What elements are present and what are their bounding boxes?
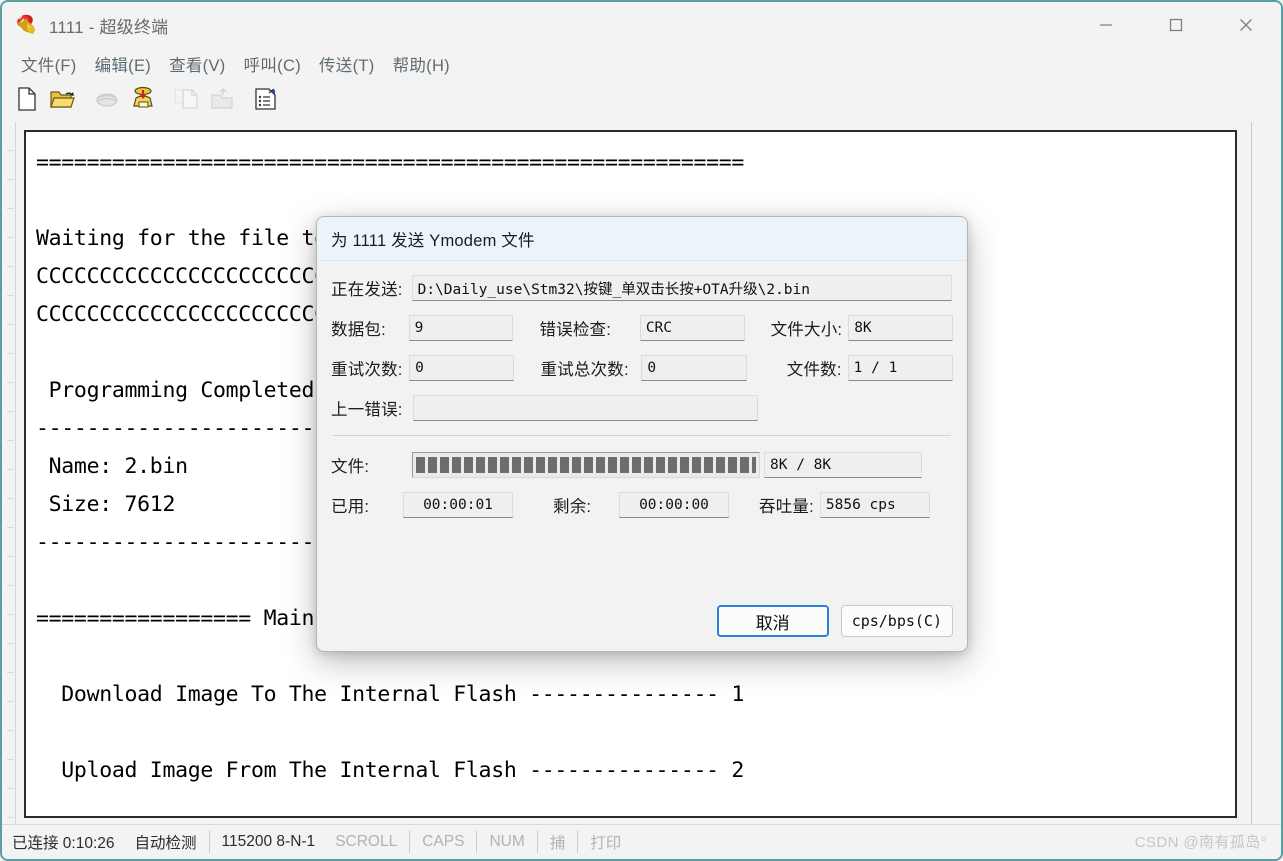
app-root: 1111 - 超级终端 文件(F) 编辑(E) 查看(V) 呼叫(C) 传送(T… — [0, 0, 1283, 861]
file-progress-text: 8K / 8K — [764, 452, 922, 478]
menu-transfer[interactable]: 传送(T) — [310, 49, 384, 79]
row-timing: 已用: 00:00:01 剩余: 00:00:00 吞吐量: 5856 cps — [331, 492, 953, 518]
status-connected: 已连接 0:10:26 — [12, 835, 115, 852]
status-num: NUM — [489, 833, 525, 850]
status-print: 打印 — [590, 835, 622, 852]
status-capture: 捕 — [549, 835, 566, 852]
filecount-value: 1 / 1 — [847, 355, 953, 381]
send-file-icon — [210, 87, 236, 116]
filesize-value: 8K — [848, 315, 953, 341]
elapsed-label: 已用: — [331, 498, 370, 516]
menu-bar: 文件(F) 编辑(E) 查看(V) 呼叫(C) 传送(T) 帮助(H) — [2, 48, 1281, 80]
throughput-value: 5856 cps — [819, 492, 930, 518]
remaining-value: 00:00:00 — [619, 492, 729, 518]
new-file-button[interactable] — [10, 85, 44, 117]
connect-button[interactable] — [126, 85, 160, 117]
file-label: 文件: — [331, 458, 370, 476]
errcheck-label: 错误检查: — [539, 321, 612, 339]
terminal-scrollbar-right[interactable] — [1251, 122, 1269, 826]
disconnect-button[interactable] — [90, 85, 124, 117]
window-controls — [1071, 2, 1281, 48]
dialog-body: 正在发送: D:\Daily_use\Stm32\按键_单双击长按+OTA升级\… — [317, 261, 967, 651]
menu-help[interactable]: 帮助(H) — [384, 49, 459, 79]
menu-file[interactable]: 文件(F) — [12, 49, 86, 79]
status-scroll: SCROLL — [335, 833, 398, 850]
throughput-label: 吞吐量: — [759, 498, 814, 516]
menu-edit[interactable]: 编辑(E) — [86, 49, 161, 79]
file-progress-fill — [416, 457, 756, 473]
status-bar: 已连接 0:10:26 自动检测 115200 8-N-1 SCROLL CAP… — [2, 824, 1281, 859]
properties-button[interactable] — [250, 85, 284, 117]
dialog-title: 为 1111 发送 Ymodem 文件 — [317, 217, 967, 261]
packet-label: 数据包: — [331, 321, 386, 339]
window-title: 1111 - 超级终端 — [49, 17, 169, 37]
status-divider-1 — [208, 831, 210, 853]
errcheck-value: CRC — [639, 315, 745, 341]
send-file-button[interactable] — [206, 85, 240, 117]
status-serial: 115200 8-N-1 — [221, 833, 316, 850]
row-retries: 重试次数: 0 重试总次数: 0 文件数: 1 / 1 — [331, 355, 953, 381]
retries-value: 0 — [409, 355, 515, 381]
disconnect-phone-icon — [94, 87, 120, 116]
row-lasterror: 上一错误: — [331, 395, 953, 421]
total-retries-value: 0 — [641, 355, 747, 381]
properties-icon — [254, 87, 280, 116]
row-sending: 正在发送: D:\Daily_use\Stm32\按键_单双击长按+OTA升级\… — [331, 275, 953, 301]
menu-view[interactable]: 查看(V) — [160, 49, 235, 79]
minimize-button[interactable] — [1071, 2, 1141, 48]
toolbar — [2, 80, 1281, 122]
row-file-progress: 文件: 8K / 8K — [331, 452, 953, 478]
retries-label: 重试次数: — [331, 361, 403, 379]
dialog-divider — [333, 435, 951, 436]
status-divider-4 — [536, 831, 538, 853]
lasterror-value — [413, 395, 758, 421]
cps-bps-button[interactable]: cps/bps(C) — [840, 605, 953, 637]
status-divider-2 — [409, 831, 411, 853]
sending-label: 正在发送: — [331, 281, 403, 299]
title-bar: 1111 - 超级终端 — [2, 2, 1281, 48]
watermark: CSDN @南有孤岛° — [1134, 834, 1267, 851]
status-detect: 自动检测 — [134, 835, 197, 852]
cancel-button[interactable]: 取消 — [716, 605, 829, 637]
lasterror-label: 上一错误: — [331, 401, 403, 419]
total-retries-label: 重试总次数: — [540, 361, 629, 379]
status-divider-3 — [476, 831, 478, 853]
terminal-scrollbar-left[interactable] — [6, 122, 16, 826]
copy-icon — [174, 87, 200, 116]
remaining-label: 剩余: — [553, 498, 592, 516]
copy-button[interactable] — [170, 85, 204, 117]
ymodem-send-dialog: 为 1111 发送 Ymodem 文件 正在发送: D:\Daily_use\S… — [316, 216, 968, 652]
new-file-icon — [16, 86, 38, 116]
connect-phone-icon — [130, 86, 156, 117]
elapsed-value: 00:00:01 — [403, 492, 513, 518]
maximize-button[interactable] — [1141, 2, 1211, 48]
file-progress-bar — [412, 452, 760, 478]
open-folder-button[interactable] — [46, 85, 80, 117]
status-caps: CAPS — [422, 833, 465, 850]
dialog-buttons: 取消 cps/bps(C) — [716, 605, 953, 637]
row-packet: 数据包: 9 错误检查: CRC 文件大小: 8K — [331, 315, 953, 341]
sending-value: D:\Daily_use\Stm32\按键_单双击长按+OTA升级\2.bin — [411, 275, 952, 301]
packet-value: 9 — [408, 315, 514, 341]
open-folder-icon — [50, 87, 76, 116]
filecount-label: 文件数: — [786, 361, 842, 379]
filesize-label: 文件大小: — [770, 321, 843, 339]
hyperterminal-icon — [14, 12, 40, 38]
menu-call[interactable]: 呼叫(C) — [235, 49, 310, 79]
status-divider-5 — [577, 831, 579, 853]
close-button[interactable] — [1211, 2, 1281, 48]
